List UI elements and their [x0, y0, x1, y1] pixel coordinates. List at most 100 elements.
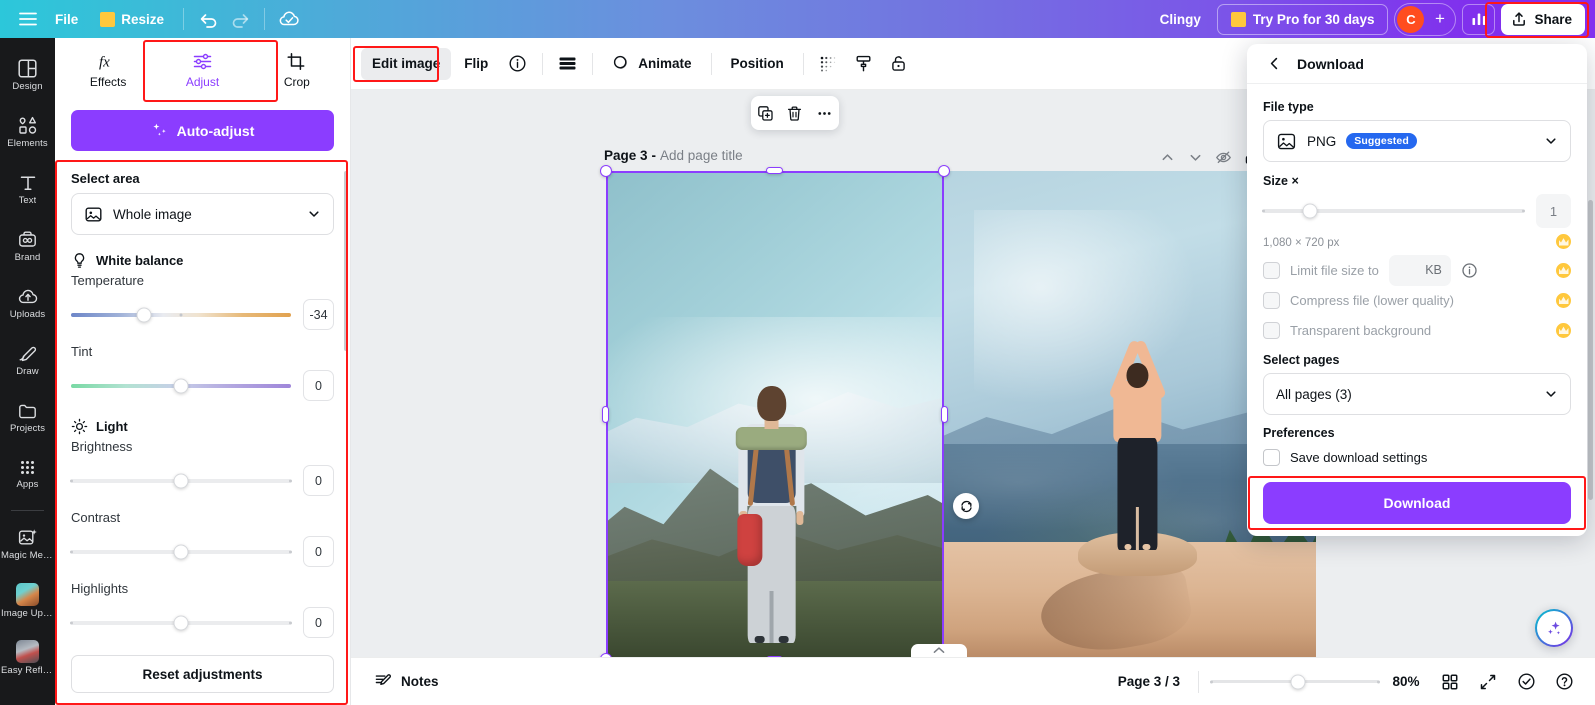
delete-icon[interactable] — [782, 101, 807, 126]
file-menu-button[interactable]: File — [44, 4, 89, 34]
slider-value-brightness[interactable]: 0 — [303, 465, 334, 496]
slider-thumb-temperature[interactable] — [136, 307, 152, 322]
slider-thumb-tint[interactable] — [173, 378, 189, 393]
rotate-handle-icon[interactable] — [953, 493, 979, 519]
slider-track-tint[interactable] — [71, 378, 291, 393]
slider-thumb-brightness[interactable] — [173, 473, 189, 488]
avatar[interactable]: C — [1397, 5, 1425, 33]
resize-handle-top-right[interactable] — [938, 165, 950, 177]
info-icon[interactable] — [501, 48, 534, 80]
sidebar-item-projects[interactable]: Projects — [0, 389, 55, 446]
select-pages-label: Select pages — [1263, 353, 1340, 367]
canvas-scrollbar[interactable] — [1588, 200, 1593, 500]
select-pages-dropdown[interactable]: All pages (3) — [1263, 373, 1571, 415]
size-value-input[interactable]: 1 — [1536, 194, 1571, 228]
slider-track-temperature[interactable] — [71, 307, 291, 322]
redo-icon[interactable] — [224, 3, 256, 35]
kb-input[interactable]: KB — [1388, 254, 1451, 286]
sidebar-item-apps[interactable]: Apps — [0, 446, 55, 503]
slider-track-contrast[interactable] — [70, 544, 292, 559]
hamburger-icon[interactable] — [12, 3, 44, 35]
animate-button[interactable]: Animate — [601, 48, 702, 80]
option-limit-file-size[interactable]: Limit file size to KB — [1263, 254, 1571, 286]
size-slider-track[interactable] — [1262, 203, 1525, 219]
lock-icon[interactable] — [882, 48, 915, 80]
sidebar-item-draw[interactable]: Draw — [0, 332, 55, 389]
undo-icon[interactable] — [192, 3, 224, 35]
edit-image-button[interactable]: Edit image — [361, 47, 452, 80]
slider-value-temperature[interactable]: -34 — [303, 299, 334, 330]
zoom-percentage-label[interactable]: 80% — [1383, 674, 1429, 689]
hide-page-icon[interactable] — [1210, 144, 1237, 170]
magic-sparkle-icon[interactable] — [1535, 609, 1573, 647]
info-icon-limit[interactable] — [1461, 262, 1478, 279]
move-up-icon[interactable] — [1154, 144, 1181, 170]
checkbox-save-download-settings[interactable] — [1263, 448, 1280, 466]
page-title-input[interactable]: Add page title — [660, 148, 743, 163]
option-compress-file[interactable]: Compress file (lower quality) — [1263, 285, 1571, 315]
try-pro-button[interactable]: Try Pro for 30 days — [1216, 3, 1389, 35]
check-circle-icon[interactable] — [1509, 666, 1543, 698]
reset-adjustments-button[interactable]: Reset adjustments — [71, 655, 334, 693]
checkbox-compress-file[interactable] — [1263, 291, 1280, 309]
transparency-icon[interactable] — [812, 48, 845, 80]
sidebar-item-uploads[interactable]: Uploads — [0, 275, 55, 332]
slider-value-highlights[interactable]: 0 — [303, 607, 334, 638]
resize-handle-top-left[interactable] — [600, 165, 612, 177]
back-chevron-icon[interactable] — [1263, 53, 1285, 75]
collaborators-group[interactable]: C + — [1394, 2, 1457, 36]
sidebar-item-elements[interactable]: Elements — [0, 104, 55, 161]
position-button[interactable]: Position — [720, 48, 795, 80]
option-save-download-settings[interactable]: Save download settings — [1263, 442, 1571, 472]
duplicate-icon[interactable] — [753, 101, 778, 126]
flip-button[interactable]: Flip — [453, 48, 499, 80]
resize-handle-middle-left[interactable] — [602, 406, 609, 423]
slider-track-highlights[interactable] — [70, 615, 292, 630]
fullscreen-icon[interactable] — [1471, 666, 1505, 698]
auto-adjust-button[interactable]: Auto-adjust — [71, 110, 334, 151]
slider-track-brightness[interactable] — [70, 473, 292, 488]
resize-handle-middle-right[interactable] — [941, 406, 948, 423]
notes-button[interactable]: Notes — [365, 666, 448, 698]
share-button[interactable]: Share — [1501, 3, 1585, 35]
cloud-saved-icon[interactable] — [273, 3, 305, 35]
select-area-dropdown[interactable]: Whole image — [71, 193, 334, 235]
zoom-slider-thumb[interactable] — [1290, 674, 1306, 689]
tab-adjust[interactable]: Adjust — [155, 41, 249, 99]
checkbox-transparent-background[interactable] — [1263, 321, 1280, 339]
checkbox-limit-file-size[interactable] — [1263, 261, 1280, 279]
design-page[interactable] — [600, 165, 1316, 657]
resize-button[interactable]: Resize — [89, 4, 175, 34]
add-collaborator-button[interactable]: + — [1426, 6, 1453, 33]
sidebar-item-magic-media[interactable]: Magic Med... — [0, 516, 55, 573]
sidebar-item-brand[interactable]: Brand — [0, 218, 55, 275]
sidebar-item-image-upscaler[interactable]: Image Ups... — [0, 573, 55, 630]
layers-icon[interactable] — [551, 48, 584, 80]
slider-thumb-highlights[interactable] — [173, 615, 189, 630]
move-down-icon[interactable] — [1182, 144, 1209, 170]
copy-style-icon[interactable] — [847, 48, 880, 80]
size-slider-thumb[interactable] — [1302, 203, 1318, 219]
panel-scrollbar[interactable] — [344, 171, 348, 351]
option-transparent-background[interactable]: Transparent background — [1263, 315, 1571, 345]
resize-handle-top-center[interactable] — [766, 167, 783, 174]
slider-value-tint[interactable]: 0 — [303, 370, 334, 401]
slider-value-contrast[interactable]: 0 — [303, 536, 334, 567]
more-options-icon[interactable] — [812, 101, 837, 126]
zoom-slider-track[interactable] — [1210, 674, 1380, 689]
image-element-hiker[interactable] — [606, 171, 944, 657]
sidebar-item-easy-reflections[interactable]: Easy Refle... — [0, 630, 55, 687]
insights-icon[interactable] — [1462, 3, 1496, 35]
document-name[interactable]: Clingy — [1150, 12, 1211, 27]
sidebar-item-design[interactable]: Design — [0, 47, 55, 104]
tab-effects[interactable]: fx Effects — [61, 41, 155, 99]
slider-tint: Tint 0 — [71, 344, 334, 401]
slider-thumb-contrast[interactable] — [173, 544, 189, 559]
page-expand-tab[interactable] — [911, 644, 967, 657]
grid-view-icon[interactable] — [1433, 666, 1467, 698]
download-button[interactable]: Download — [1263, 482, 1571, 524]
file-type-dropdown[interactable]: PNG Suggested — [1263, 120, 1571, 162]
sidebar-item-text[interactable]: Text — [0, 161, 55, 218]
help-circle-icon[interactable] — [1547, 666, 1581, 698]
tab-crop[interactable]: Crop — [250, 41, 344, 99]
